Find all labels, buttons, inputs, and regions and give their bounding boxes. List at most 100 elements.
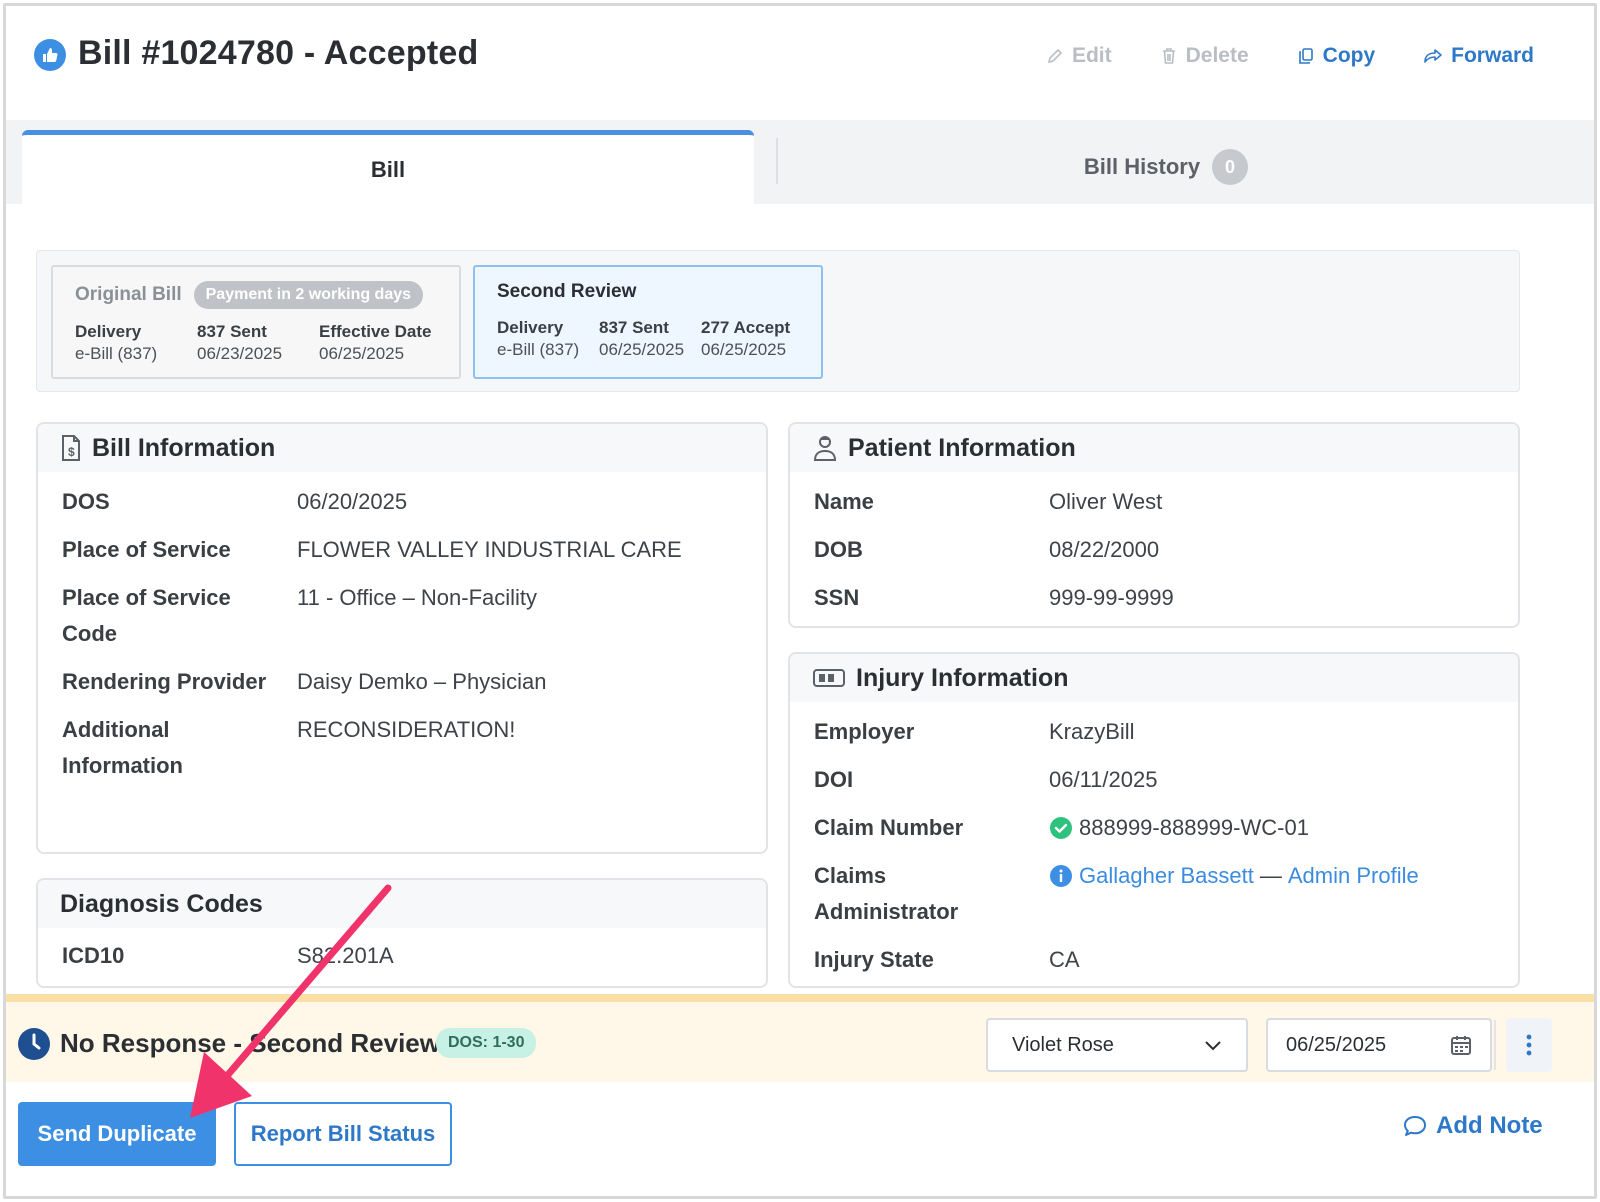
second-col-head: 277 Accept — [701, 318, 791, 337]
info-label: Employer — [814, 719, 915, 744]
tab-bar: Bill Bill History 0 — [6, 120, 1594, 204]
orig-col-value: e-Bill (837) — [75, 344, 158, 363]
second-col-value: e-Bill (837) — [497, 340, 580, 359]
date-value: 06/25/2025 — [1286, 1033, 1387, 1056]
page-header: Bill #1024780 - Accepted Edit Delete Cop… — [6, 6, 1594, 116]
orig-col-value: 06/23/2025 — [197, 344, 283, 363]
injury-information-panel: Injury Information Employer KrazyBill DO… — [788, 652, 1520, 988]
info-icon[interactable] — [1049, 864, 1073, 888]
pencil-icon — [1047, 48, 1063, 64]
forward-button[interactable]: Forward — [1423, 44, 1534, 68]
original-bill-card[interactable]: Original Bill Payment in 2 working days … — [51, 265, 461, 379]
info-label: Claim Number — [814, 815, 964, 840]
info-label: Information — [62, 753, 183, 778]
copy-button[interactable]: Copy — [1297, 44, 1376, 68]
dos-badge: DOS: 1-30 — [436, 1028, 537, 1058]
info-label: Administrator — [814, 899, 959, 924]
bill-information-title: Bill Information — [92, 433, 276, 462]
comment-icon — [1404, 1116, 1426, 1136]
info-value: CA — [1049, 947, 1080, 972]
info-label: Code — [62, 621, 117, 646]
info-value: KrazyBill — [1049, 719, 1135, 744]
info-value: Oliver West — [1049, 489, 1163, 514]
delete-label: Delete — [1185, 44, 1249, 67]
send-duplicate-button[interactable]: Send Duplicate — [18, 1102, 216, 1166]
orig-col-value: 06/25/2025 — [319, 344, 405, 363]
info-row: DOB 08/22/2000 — [814, 532, 1504, 568]
original-bill-title: Original Bill — [75, 284, 182, 305]
forward-label: Forward — [1451, 44, 1534, 67]
orig-col-head: Effective Date — [319, 322, 432, 341]
second-col-head: Delivery — [497, 318, 564, 337]
second-col-value: 06/25/2025 — [599, 340, 685, 359]
info-row: Claim Number 888999-888999-WC-01 — [814, 810, 1504, 846]
second-review-card[interactable]: Second Review Delivery e-Bill (837) 837 … — [473, 265, 823, 379]
diagnosis-value: S82.201A — [297, 943, 394, 968]
assignee-select[interactable]: Violet Rose — [986, 1018, 1248, 1072]
info-value: Daisy Demko – Physician — [297, 669, 547, 694]
kebab-menu-icon — [1526, 1034, 1532, 1056]
add-note-label: Add Note — [1436, 1112, 1543, 1139]
admin-profile-link[interactable]: Admin Profile — [1288, 858, 1419, 894]
edit-label: Edit — [1071, 44, 1112, 67]
edit-button[interactable]: Edit — [1046, 44, 1112, 68]
id-card-icon — [813, 669, 845, 687]
info-label: Name — [814, 489, 874, 514]
status-bar: No Response - Second Review DOS: 1-30 Vi… — [6, 994, 1594, 1082]
review-timeline: Original Bill Payment in 2 working days … — [36, 250, 1520, 392]
add-note-button[interactable]: Add Note — [1402, 1112, 1543, 1140]
info-label: Place of Service — [62, 585, 231, 610]
date-input[interactable]: 06/25/2025 — [1266, 1018, 1492, 1072]
bill-information-panel: $ Bill Information DOS 06/20/2025 Place … — [36, 422, 768, 854]
info-row: Additional Information RECONSIDERATION! — [62, 712, 752, 784]
status-title: No Response - Second Review — [60, 1028, 440, 1058]
info-label: SSN — [814, 585, 860, 610]
info-label: Additional — [62, 717, 170, 742]
calendar-icon[interactable] — [1450, 1034, 1472, 1056]
info-row: Rendering Provider Daisy Demko – Physici… — [62, 664, 752, 700]
diagnosis-codes-panel: Diagnosis Codes ICD10 S82.201A — [36, 878, 768, 988]
trash-icon — [1162, 48, 1175, 64]
delete-button[interactable]: Delete — [1160, 44, 1249, 68]
forward-icon — [1424, 49, 1442, 63]
diagnosis-codes-title: Diagnosis Codes — [60, 889, 263, 918]
second-col-head: 837 Sent — [599, 318, 669, 337]
info-value: 08/22/2000 — [1049, 537, 1160, 562]
info-row: Injury State CA — [814, 942, 1504, 978]
diagnosis-label: ICD10 — [62, 943, 125, 968]
check-circle-icon — [1050, 817, 1072, 839]
info-label: DOB — [814, 537, 863, 562]
info-value: 06/20/2025 — [297, 489, 408, 514]
thumbs-up-icon — [34, 39, 66, 71]
tab-bill-history[interactable]: Bill History 0 — [778, 130, 1554, 204]
tab-bill[interactable]: Bill — [22, 130, 754, 204]
bill-window: Bill #1024780 - Accepted Edit Delete Cop… — [3, 3, 1597, 1199]
info-value: 06/11/2025 — [1049, 767, 1158, 792]
orig-col-head: Delivery — [75, 322, 142, 341]
assignee-value: Violet Rose — [1012, 1033, 1114, 1056]
copy-label: Copy — [1322, 44, 1376, 67]
info-label: Place of Service — [62, 537, 231, 562]
more-options-button[interactable] — [1506, 1018, 1552, 1072]
info-row: SSN 999-99-9999 — [814, 580, 1504, 616]
info-row: Place of Service Code 11 - Office – Non-… — [62, 580, 752, 652]
clock-icon — [18, 1028, 50, 1060]
claims-administrator-link[interactable]: Gallagher Bassett — [1079, 858, 1254, 894]
info-label: DOI — [814, 767, 854, 792]
claim-number-value: 888999-888999-WC-01 — [1079, 815, 1309, 840]
second-review-title: Second Review — [497, 281, 637, 302]
orig-col-head: 837 Sent — [197, 322, 267, 341]
second-col-value: 06/25/2025 — [701, 340, 787, 359]
patient-icon — [813, 436, 837, 461]
payment-status-pill: Payment in 2 working days — [193, 281, 424, 309]
page-title: Bill #1024780 - Accepted — [78, 34, 479, 72]
info-row: Name Oliver West — [814, 484, 1504, 520]
diagnosis-row: ICD10 S82.201A — [62, 938, 752, 974]
info-row: Place of Service FLOWER VALLEY INDUSTRIA… — [62, 532, 752, 568]
info-label: Claims — [814, 863, 887, 888]
info-row: Claims Administrator Gallagher Bassett —… — [814, 858, 1504, 930]
patient-information-panel: Patient Information Name Oliver West DOB… — [788, 422, 1520, 628]
chevron-down-icon — [1205, 1041, 1221, 1051]
info-row: Employer KrazyBill — [814, 714, 1504, 750]
report-bill-status-button[interactable]: Report Bill Status — [234, 1102, 452, 1166]
